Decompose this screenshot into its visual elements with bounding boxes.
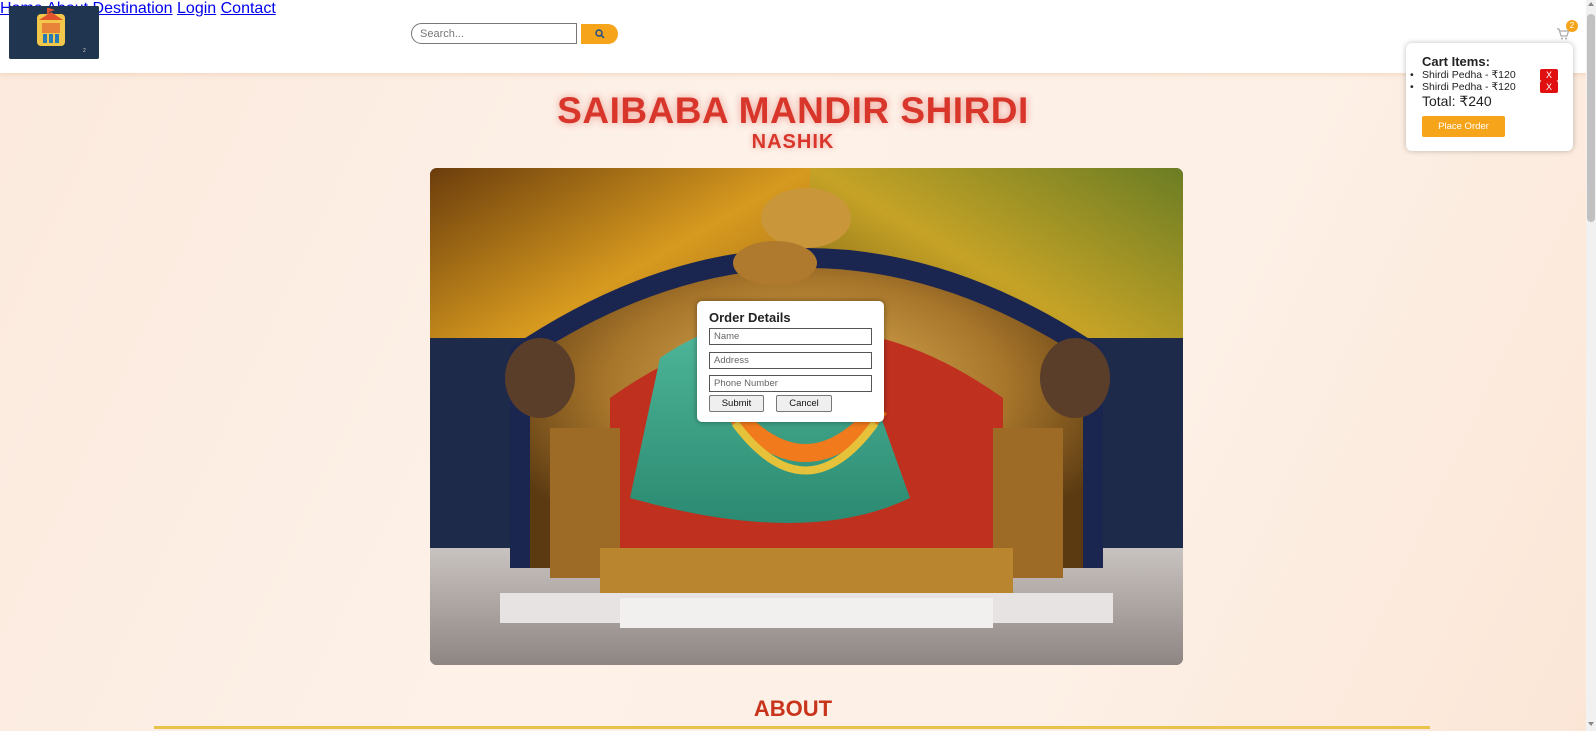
address-field[interactable] xyxy=(709,352,872,369)
search-input[interactable] xyxy=(411,23,577,44)
scroll-down-arrow-icon[interactable] xyxy=(1588,722,1594,726)
modal-title: Order Details xyxy=(709,310,791,325)
order-details-modal: Order Details Submit Cancel xyxy=(697,301,884,422)
nav-destination[interactable]: Destination xyxy=(93,0,173,17)
nav-login[interactable]: Login xyxy=(177,0,216,17)
remove-item-button[interactable]: X xyxy=(1540,81,1558,93)
submit-button[interactable]: Submit xyxy=(709,395,764,412)
cart-item-label: Shirdi Pedha - ₹120 xyxy=(1422,69,1516,81)
cart-total: Total: ₹240 xyxy=(1422,93,1492,109)
svg-text:2: 2 xyxy=(83,48,86,54)
phone-field[interactable] xyxy=(709,375,872,392)
site-logo[interactable]: 2 xyxy=(9,6,99,59)
bullet-icon: • xyxy=(1410,69,1414,81)
cart-panel: Cart Items: • Shirdi Pedha - ₹120 X • Shir… xyxy=(1406,43,1573,151)
search-icon xyxy=(594,29,605,39)
nav-contact[interactable]: Contact xyxy=(221,0,276,17)
cart-item: • Shirdi Pedha - ₹120 xyxy=(1410,81,1516,93)
bullet-icon: • xyxy=(1410,81,1414,93)
cart-item: • Shirdi Pedha - ₹120 xyxy=(1410,69,1516,81)
cancel-button[interactable]: Cancel xyxy=(776,395,832,412)
hero-title: SAIBABA MANDIR SHIRDI xyxy=(557,90,1029,131)
remove-item-button[interactable]: X xyxy=(1540,69,1558,81)
main-nav: Home About Destination Login Contact xyxy=(0,0,1596,18)
about-divider xyxy=(154,726,1430,729)
place-order-button[interactable]: Place Order xyxy=(1422,116,1505,137)
site-header: 2 Home About Destination Login Contact 2 xyxy=(0,0,1596,73)
hero-subtitle: NASHIK xyxy=(751,131,835,153)
cart-title: Cart Items: xyxy=(1422,54,1490,69)
cart-item-label: Shirdi Pedha - ₹120 xyxy=(1422,81,1516,93)
temple-logo-icon: 2 xyxy=(9,6,99,59)
about-heading: ABOUT xyxy=(753,696,833,721)
search-button[interactable] xyxy=(581,24,618,44)
page-scrollbar[interactable] xyxy=(1586,0,1596,731)
cart-count-badge: 2 xyxy=(1566,20,1578,32)
name-field[interactable] xyxy=(709,328,872,345)
scroll-up-arrow-icon[interactable] xyxy=(1588,2,1594,6)
scroll-thumb[interactable] xyxy=(1587,14,1595,222)
